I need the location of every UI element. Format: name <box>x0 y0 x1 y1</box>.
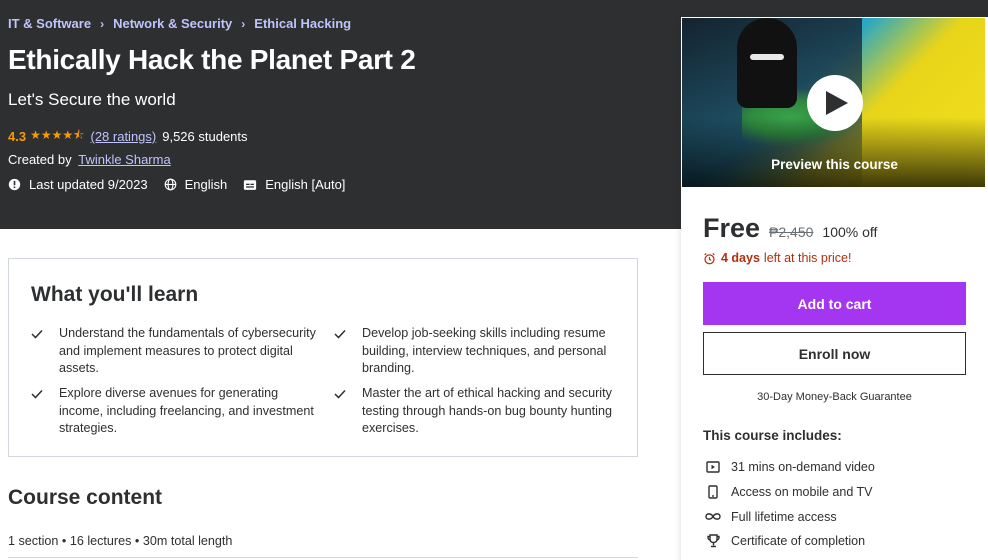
course-content-summary: 1 section • 16 lectures • 30m total leng… <box>8 534 233 548</box>
infinity-icon <box>703 512 723 521</box>
price: Free ₱2,450 100% off <box>703 213 877 244</box>
created-by-label: Created by <box>8 152 72 167</box>
alert-badge-icon <box>8 178 21 191</box>
breadcrumb: IT & Software › Network & Security › Eth… <box>8 16 351 31</box>
includes-title: This course includes: <box>703 428 842 443</box>
timer-days: 4 days <box>721 251 760 265</box>
enroll-now-button[interactable]: Enroll now <box>703 332 966 375</box>
current-price: Free <box>703 213 761 243</box>
check-icon <box>334 385 356 438</box>
ratings-count-link[interactable]: (28 ratings) <box>90 129 156 144</box>
rating-value: 4.3 <box>8 129 27 144</box>
includes-list: 31 mins on-demand video Access on mobile… <box>703 455 875 554</box>
play-button[interactable] <box>807 75 863 131</box>
learn-item: Understand the fundamentals of cybersecu… <box>31 325 321 378</box>
created-by: Created by Twinkle Sharma <box>8 152 171 167</box>
language: English <box>164 177 227 192</box>
chevron-right-icon: › <box>100 16 105 31</box>
last-updated: Last updated 9/2023 <box>8 177 148 192</box>
star-rating-icon: ★★★★⯪ <box>30 128 85 142</box>
learn-item: Master the art of ethical hacking and se… <box>334 385 624 438</box>
preview-label: Preview this course <box>771 157 898 172</box>
course-title: Ethically Hack the Planet Part 2 <box>8 44 416 75</box>
play-icon <box>826 91 848 115</box>
timer-text: left at this price! <box>763 251 852 265</box>
divider <box>8 557 638 558</box>
add-to-cart-button[interactable]: Add to cart <box>703 282 966 325</box>
globe-icon <box>164 178 176 191</box>
closed-captions-icon <box>244 179 257 190</box>
check-icon <box>31 325 53 378</box>
check-icon <box>334 325 356 378</box>
breadcrumb-it-software[interactable]: IT & Software <box>8 16 91 31</box>
rating-row: 4.3 ★★★★⯪ (28 ratings) 9,526 students <box>8 126 248 147</box>
price-timer: 4 days left at this price! <box>703 251 851 265</box>
course-preview-video[interactable]: Preview this course <box>681 17 986 188</box>
list-item: Certificate of completion <box>703 529 875 554</box>
learn-item: Explore diverse avenues for generating i… <box>31 385 321 438</box>
course-meta: Last updated 9/2023 English English [Aut… <box>8 177 361 192</box>
chevron-right-icon: › <box>241 16 246 31</box>
list-item: Full lifetime access <box>703 504 875 529</box>
students-count: 9,526 students <box>162 129 248 144</box>
discount-percent: 100% off <box>822 224 878 240</box>
what-youll-learn: What you'll learn Understand the fundame… <box>8 258 638 457</box>
learn-item: Develop job-seeking skills including res… <box>334 325 624 378</box>
purchase-sidebar: Preview this course Free ₱2,450 100% off… <box>681 17 988 560</box>
mobile-icon <box>703 485 723 499</box>
instructor-link[interactable]: Twinkle Sharma <box>78 152 170 167</box>
list-item: Access on mobile and TV <box>703 480 875 505</box>
video-icon <box>703 461 723 474</box>
learn-title: What you'll learn <box>31 283 199 306</box>
alarm-clock-icon <box>704 252 715 264</box>
check-icon <box>31 385 53 438</box>
original-price: ₱2,450 <box>769 224 814 240</box>
captions: English [Auto] <box>243 177 345 192</box>
money-back-guarantee: 30-Day Money-Back Guarantee <box>757 391 912 403</box>
breadcrumb-ethical-hacking[interactable]: Ethical Hacking <box>254 16 351 31</box>
course-subtitle: Let's Secure the world <box>8 90 176 109</box>
breadcrumb-network-security[interactable]: Network & Security <box>113 16 232 31</box>
course-content-title: Course content <box>8 486 163 509</box>
trophy-icon <box>703 534 723 548</box>
list-item: 31 mins on-demand video <box>703 455 875 480</box>
